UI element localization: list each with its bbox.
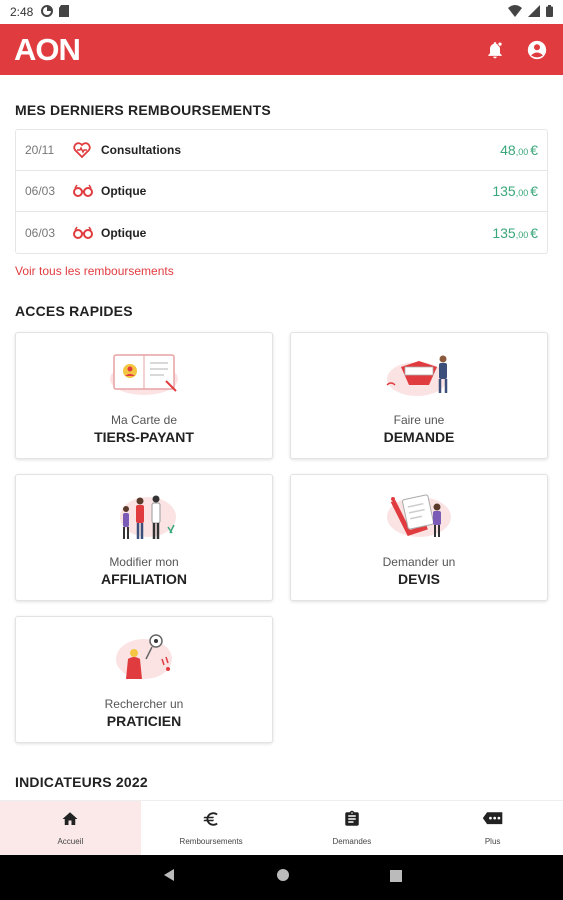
glasses-icon bbox=[73, 226, 101, 240]
affiliation-card[interactable]: Modifier mon AFFILIATION bbox=[15, 474, 273, 601]
see-all-reimbursements-link[interactable]: Voir tous les remboursements bbox=[15, 264, 174, 278]
nav-item-accueil[interactable]: Accueil bbox=[0, 801, 141, 855]
nav-label: Plus bbox=[484, 837, 501, 846]
sd-card-icon bbox=[59, 4, 70, 20]
wifi-icon bbox=[508, 4, 522, 20]
more-icon bbox=[482, 810, 504, 833]
home-circle-icon[interactable] bbox=[276, 868, 290, 887]
quick-access-title: ACCES RAPIDES bbox=[15, 303, 133, 319]
reimbursement-row[interactable]: 20/11 Consultations 48,00 € bbox=[16, 130, 547, 171]
reimbursement-label: Optique bbox=[101, 184, 147, 198]
reimbursement-amount: 48,00 € bbox=[500, 142, 538, 158]
status-time: 2:48 bbox=[10, 5, 34, 19]
reimbursement-date: 06/03 bbox=[25, 225, 56, 240]
battery-icon bbox=[546, 4, 553, 20]
nav-item-remboursements[interactable]: Remboursements bbox=[141, 801, 282, 855]
reimbursement-row[interactable]: 06/03 Optique 135,00 € bbox=[16, 212, 547, 253]
devis-card[interactable]: Demander un DEVIS bbox=[290, 474, 548, 601]
praticien-card[interactable]: Rechercher un PRATICIEN bbox=[15, 616, 273, 743]
demande-card[interactable]: Faire une DEMANDE bbox=[290, 332, 548, 459]
amount-currency: € bbox=[530, 142, 538, 158]
nav-label: Demandes bbox=[332, 837, 372, 846]
reimbursement-amount: 135,00 € bbox=[492, 183, 538, 199]
reimbursement-date: 06/03 bbox=[25, 184, 56, 198]
card-subtitle: Rechercher un bbox=[104, 697, 184, 711]
sync-icon bbox=[41, 4, 54, 20]
signal-icon bbox=[528, 4, 540, 20]
notifications-bell-icon[interactable] bbox=[483, 38, 507, 62]
card-title: PRATICIEN bbox=[106, 713, 182, 729]
amount-integer: 48 bbox=[500, 142, 516, 158]
aon-logo[interactable]: AON bbox=[14, 32, 81, 68]
insurance-card-illustration-icon bbox=[104, 345, 184, 401]
card-title: TIERS-PAYANT bbox=[94, 429, 194, 445]
status-bar: 2:48 bbox=[0, 0, 563, 24]
request-envelope-illustration-icon bbox=[379, 345, 459, 401]
nav-label: Remboursements bbox=[179, 837, 243, 846]
amount-cents: ,00 bbox=[515, 188, 529, 198]
amount-integer: 135 bbox=[492, 183, 516, 199]
app-bar: AON bbox=[0, 24, 563, 75]
reimbursement-label: Optique bbox=[101, 225, 147, 240]
system-navigation-bar bbox=[0, 855, 563, 900]
card-subtitle: Modifier mon bbox=[109, 555, 179, 569]
nav-item-demandes[interactable]: Demandes bbox=[282, 801, 423, 855]
recents-icon[interactable] bbox=[389, 869, 402, 887]
card-subtitle: Demander un bbox=[382, 555, 456, 569]
reimbursement-label: Consultations bbox=[101, 143, 181, 157]
card-subtitle: Ma Carte de bbox=[110, 413, 178, 427]
nav-label: Accueil bbox=[57, 837, 84, 846]
amount-currency: € bbox=[530, 224, 538, 241]
amount-currency: € bbox=[530, 183, 538, 199]
card-title: DEVIS bbox=[397, 571, 440, 587]
reimbursement-row[interactable]: 06/03 Optique 135,00 € bbox=[16, 171, 547, 212]
home-content[interactable]: MES DERNIERS REMBOURSEMENTS 20/11 Consul… bbox=[0, 75, 563, 800]
recent-reimbursements-list: 20/11 Consultations 48,00 € 06/03 Optique… bbox=[15, 129, 548, 254]
quote-document-illustration-icon bbox=[379, 487, 459, 543]
nav-item-plus[interactable]: Plus bbox=[422, 801, 563, 855]
heart-stethoscope-icon bbox=[73, 142, 101, 158]
back-icon[interactable] bbox=[162, 868, 176, 887]
doctor-illustration-icon bbox=[104, 629, 184, 685]
home-icon bbox=[61, 810, 79, 833]
clipboard-icon bbox=[343, 810, 361, 833]
euro-icon bbox=[202, 810, 220, 833]
family-illustration-icon bbox=[104, 487, 184, 543]
card-title: AFFILIATION bbox=[100, 571, 188, 587]
card-subtitle: Faire une bbox=[393, 413, 445, 427]
reimbursement-date: 20/11 bbox=[25, 143, 55, 157]
amount-integer: 135 bbox=[492, 224, 516, 241]
tiers-payant-card[interactable]: Ma Carte de TIERS-PAYANT bbox=[15, 332, 273, 459]
recent-reimbursements-title: MES DERNIERS REMBOURSEMENTS bbox=[15, 102, 271, 118]
reimbursement-amount: 135,00 € bbox=[492, 225, 538, 241]
bottom-navigation: Accueil Remboursements Demandes Plus bbox=[0, 800, 563, 855]
amount-cents: ,00 bbox=[515, 229, 529, 240]
amount-cents: ,00 bbox=[515, 147, 529, 157]
indicators-title: INDICATEURS 2022 bbox=[15, 774, 148, 790]
card-title: DEMANDE bbox=[383, 429, 455, 445]
glasses-icon bbox=[73, 184, 101, 198]
account-icon[interactable] bbox=[525, 38, 549, 62]
